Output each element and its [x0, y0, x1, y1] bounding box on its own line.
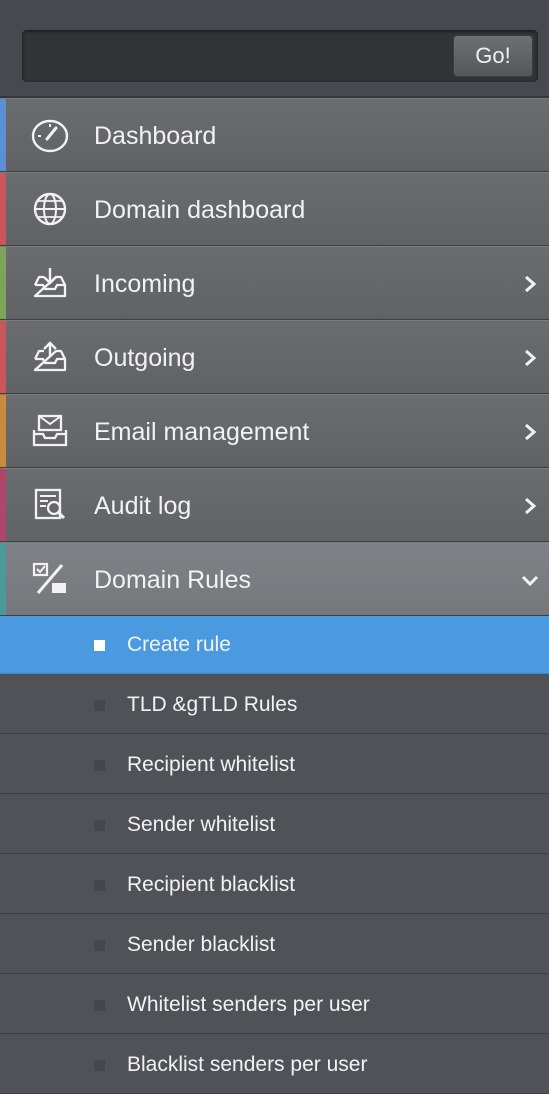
bullet-icon: [94, 1000, 105, 1011]
chevron-down-icon: [521, 543, 539, 617]
bullet-icon: [94, 700, 105, 711]
go-button[interactable]: Go!: [453, 35, 533, 77]
chevron-right-icon: [521, 395, 539, 469]
envelope-tray-icon: [30, 413, 70, 449]
submenu-item-blacklist-senders-per-user[interactable]: Blacklist senders per user: [0, 1036, 549, 1094]
menu-item-label: Email management: [94, 418, 310, 446]
menu-item-label: Domain dashboard: [94, 196, 306, 224]
bullet-icon: [94, 1060, 105, 1071]
submenu-item-whitelist-senders-per-user[interactable]: Whitelist senders per user: [0, 976, 549, 1034]
search-input[interactable]: [30, 38, 434, 76]
rules-percent-icon: [30, 561, 70, 597]
submenu-item-sender-blacklist[interactable]: Sender blacklist: [0, 916, 549, 974]
inbox-download-icon: [30, 265, 70, 301]
menu-item-label: Incoming: [94, 270, 196, 298]
accent-bar: [0, 173, 6, 245]
accent-bar: [0, 469, 6, 541]
menu-item-domain-rules[interactable]: Domain Rules: [0, 542, 549, 616]
submenu-item-label: TLD &gTLD Rules: [127, 693, 298, 716]
sidebar: Go! Dashboard Domain dashboard Incoming: [0, 0, 549, 1094]
accent-bar: [0, 321, 6, 393]
submenu-item-label: Recipient whitelist: [127, 753, 296, 776]
bullet-icon: [94, 880, 105, 891]
search-box: Go!: [22, 30, 538, 82]
submenu-item-label: Create rule: [127, 633, 231, 656]
menu-item-audit-log[interactable]: Audit log: [0, 468, 549, 542]
menu-item-label: Audit log: [94, 492, 192, 520]
globe-icon: [30, 191, 70, 227]
submenu-item-create-rule[interactable]: Create rule: [0, 616, 549, 674]
chevron-right-icon: [521, 469, 539, 543]
submenu-item-recipient-blacklist[interactable]: Recipient blacklist: [0, 856, 549, 914]
menu-item-dashboard[interactable]: Dashboard: [0, 98, 549, 172]
submenu-item-label: Sender whitelist: [127, 813, 276, 836]
accent-bar: [0, 395, 6, 467]
outbox-upload-icon: [30, 339, 70, 375]
menu-item-email-management[interactable]: Email management: [0, 394, 549, 468]
submenu-item-label: Whitelist senders per user: [127, 993, 370, 1016]
bullet-icon: [94, 940, 105, 951]
submenu-item-sender-whitelist[interactable]: Sender whitelist: [0, 796, 549, 854]
menu-item-label: Dashboard: [94, 122, 217, 150]
accent-bar: [0, 247, 6, 319]
bullet-icon: [94, 640, 105, 651]
log-search-icon: [30, 487, 70, 523]
gauge-icon: [30, 117, 70, 153]
menu-item-label: Domain Rules: [94, 566, 252, 594]
submenu-item-label: Sender blacklist: [127, 933, 276, 956]
submenu-item-recipient-whitelist[interactable]: Recipient whitelist: [0, 736, 549, 794]
accent-bar: [0, 543, 6, 615]
chevron-right-icon: [521, 247, 539, 321]
bullet-icon: [94, 820, 105, 831]
search-bar: Go!: [0, 0, 549, 98]
submenu-item-tld-gtld-rules[interactable]: TLD &gTLD Rules: [0, 676, 549, 734]
menu-item-label: Outgoing: [94, 344, 196, 372]
menu-item-outgoing[interactable]: Outgoing: [0, 320, 549, 394]
bullet-icon: [94, 760, 105, 771]
accent-bar: [0, 99, 6, 171]
menu-item-incoming[interactable]: Incoming: [0, 246, 549, 320]
chevron-right-icon: [521, 321, 539, 395]
submenu-item-label: Recipient blacklist: [127, 873, 296, 896]
submenu-item-label: Blacklist senders per user: [127, 1053, 368, 1076]
menu-item-domain-dashboard[interactable]: Domain dashboard: [0, 172, 549, 246]
